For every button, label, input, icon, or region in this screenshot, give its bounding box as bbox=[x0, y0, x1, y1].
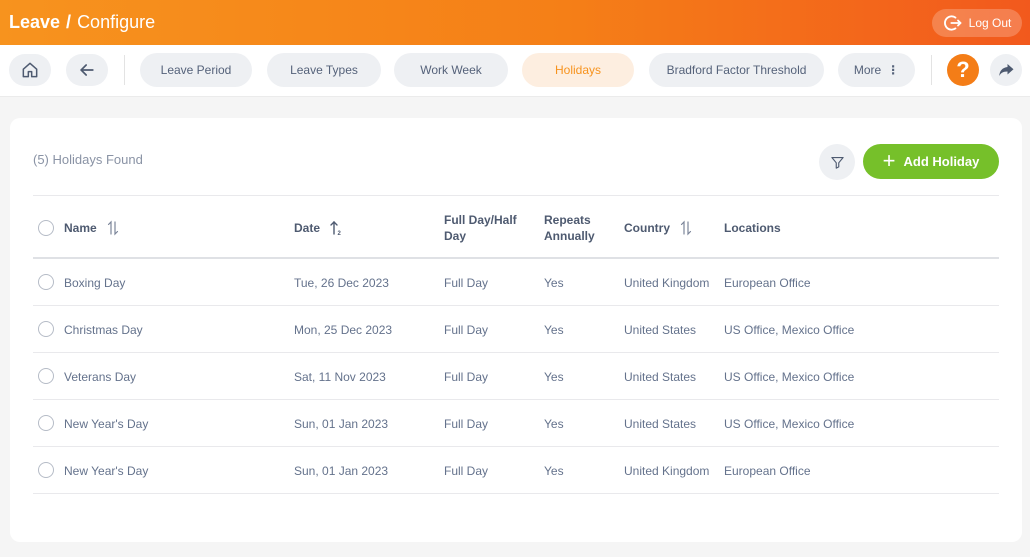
cell-duration: Full Day bbox=[444, 416, 489, 431]
home-icon bbox=[22, 62, 38, 78]
row-checkbox[interactable] bbox=[38, 368, 54, 384]
holidays-card: (5) Holidays Found + Add Holiday Name Da… bbox=[10, 118, 1022, 542]
tab-holidays[interactable]: Holidays bbox=[522, 53, 634, 87]
column-repeats: Repeats Annually bbox=[544, 196, 619, 259]
app-header: Leave / Configure Log Out bbox=[0, 0, 1030, 45]
cell-repeats: Yes bbox=[544, 369, 564, 384]
nav-divider bbox=[931, 55, 932, 85]
cell-country: United States bbox=[624, 369, 697, 384]
row-checkbox[interactable] bbox=[38, 415, 54, 431]
page-title: Configure bbox=[77, 12, 156, 32]
share-arrow-icon bbox=[999, 64, 1014, 76]
filter-button[interactable] bbox=[819, 144, 855, 180]
tab-bradford-factor-threshold[interactable]: Bradford Factor Threshold bbox=[649, 53, 824, 87]
cell-name: Christmas Day bbox=[64, 322, 143, 337]
logout-icon bbox=[943, 14, 962, 31]
vertical-dots-icon: ⋮ bbox=[887, 63, 900, 77]
column-duration-line1: Full Day/Half bbox=[444, 212, 517, 227]
column-date: Date 2 bbox=[294, 196, 342, 259]
breadcrumb-separator: / bbox=[66, 12, 72, 32]
tab-more[interactable]: More ⋮ bbox=[838, 53, 915, 87]
home-button[interactable] bbox=[9, 54, 51, 86]
cell-duration: Full Day bbox=[444, 322, 489, 337]
cell-duration: Full Day bbox=[444, 369, 489, 384]
share-button[interactable] bbox=[990, 54, 1022, 86]
table-row[interactable]: Boxing Day Tue, 26 Dec 2023 Full Day Yes… bbox=[33, 259, 999, 306]
column-duration: Full Day/Half Day bbox=[444, 196, 534, 259]
cell-date: Mon, 25 Dec 2023 bbox=[294, 322, 393, 337]
tab-leave-period[interactable]: Leave Period bbox=[140, 53, 252, 87]
tab-more-label: More bbox=[853, 63, 882, 77]
help-button[interactable]: ? bbox=[947, 54, 979, 86]
add-holiday-button[interactable]: + Add Holiday bbox=[863, 144, 999, 179]
row-checkbox[interactable] bbox=[38, 274, 54, 290]
config-navbar: Leave Period Leave Types Work Week Holid… bbox=[0, 45, 1030, 97]
arrow-left-icon bbox=[80, 64, 94, 76]
cell-repeats: Yes bbox=[544, 275, 564, 290]
page-breadcrumb: Leave / Configure bbox=[9, 12, 155, 33]
column-country-label: Country bbox=[624, 220, 670, 235]
column-name-label: Name bbox=[64, 220, 97, 235]
logout-button[interactable]: Log Out bbox=[932, 8, 1022, 37]
table-header: Name Date 2 Full Day/Half Day Repeats An… bbox=[33, 196, 999, 259]
column-name: Name bbox=[64, 196, 119, 259]
cell-country: United Kingdom bbox=[624, 275, 710, 290]
table-row[interactable]: Christmas Day Mon, 25 Dec 2023 Full Day … bbox=[33, 306, 999, 353]
cell-date: Tue, 26 Dec 2023 bbox=[294, 275, 389, 290]
cell-name: Veterans Day bbox=[64, 369, 137, 384]
column-repeats-line2: Annually bbox=[544, 228, 595, 243]
svg-text:2: 2 bbox=[338, 231, 342, 236]
cell-locations: European Office bbox=[724, 275, 811, 290]
nav-divider bbox=[124, 55, 125, 85]
table-row[interactable]: Veterans Day Sat, 11 Nov 2023 Full Day Y… bbox=[33, 353, 999, 400]
cell-date: Sun, 01 Jan 2023 bbox=[294, 463, 389, 478]
tab-leave-types[interactable]: Leave Types bbox=[267, 53, 381, 87]
table-row[interactable]: New Year's Day Sun, 01 Jan 2023 Full Day… bbox=[33, 400, 999, 447]
cell-locations: European Office bbox=[724, 463, 811, 478]
cell-name: New Year's Day bbox=[64, 416, 149, 431]
add-holiday-label: Add Holiday bbox=[903, 154, 980, 169]
column-date-label: Date bbox=[294, 220, 321, 235]
sort-ascending-icon[interactable]: 2 bbox=[330, 220, 342, 236]
cell-country: United States bbox=[624, 322, 697, 337]
question-icon: ? bbox=[956, 57, 970, 82]
cell-locations: US Office, Mexico Office bbox=[724, 369, 855, 384]
plus-icon: + bbox=[882, 147, 896, 173]
column-locations-label: Locations bbox=[724, 220, 781, 235]
module-title: Leave bbox=[9, 12, 61, 32]
row-checkbox[interactable] bbox=[38, 321, 54, 337]
results-count: (5) Holidays Found bbox=[33, 152, 143, 167]
logout-label: Log Out bbox=[968, 15, 1012, 30]
cell-name: New Year's Day bbox=[64, 463, 149, 478]
funnel-icon bbox=[830, 156, 844, 169]
cell-repeats: Yes bbox=[544, 416, 564, 431]
cell-date: Sun, 01 Jan 2023 bbox=[294, 416, 389, 431]
cell-name: Boxing Day bbox=[64, 275, 126, 290]
column-repeats-line1: Repeats bbox=[544, 212, 591, 227]
cell-date: Sat, 11 Nov 2023 bbox=[294, 369, 386, 384]
column-duration-line2: Day bbox=[444, 228, 467, 243]
cell-locations: US Office, Mexico Office bbox=[724, 322, 855, 337]
tab-work-week[interactable]: Work Week bbox=[394, 53, 508, 87]
cell-repeats: Yes bbox=[544, 322, 564, 337]
cell-duration: Full Day bbox=[444, 275, 489, 290]
sort-arrows-icon[interactable] bbox=[680, 220, 692, 236]
sort-arrows-icon[interactable] bbox=[107, 220, 119, 236]
column-country: Country bbox=[624, 196, 692, 259]
cell-country: United States bbox=[624, 416, 697, 431]
row-checkbox[interactable] bbox=[38, 462, 54, 478]
back-button[interactable] bbox=[66, 54, 108, 86]
table-row[interactable]: New Year's Day Sun, 01 Jan 2023 Full Day… bbox=[33, 447, 999, 494]
column-locations: Locations bbox=[724, 196, 781, 259]
cell-duration: Full Day bbox=[444, 463, 489, 478]
cell-country: United Kingdom bbox=[624, 463, 710, 478]
select-all-checkbox[interactable] bbox=[38, 220, 54, 236]
cell-repeats: Yes bbox=[544, 463, 564, 478]
cell-locations: US Office, Mexico Office bbox=[724, 416, 855, 431]
